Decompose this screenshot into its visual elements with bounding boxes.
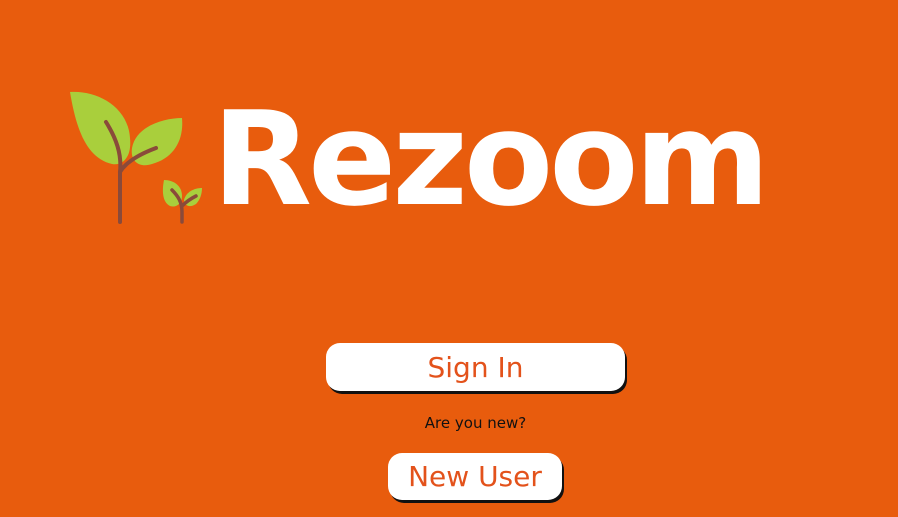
brand-name: Rezoom xyxy=(212,83,770,235)
new-user-prompt: Are you new? xyxy=(424,414,527,432)
sprout-icon xyxy=(70,91,202,224)
sign-in-button[interactable]: Sign In xyxy=(326,343,625,391)
new-user-button[interactable]: New User xyxy=(388,453,562,500)
app-logo: Rezoom xyxy=(66,88,770,238)
